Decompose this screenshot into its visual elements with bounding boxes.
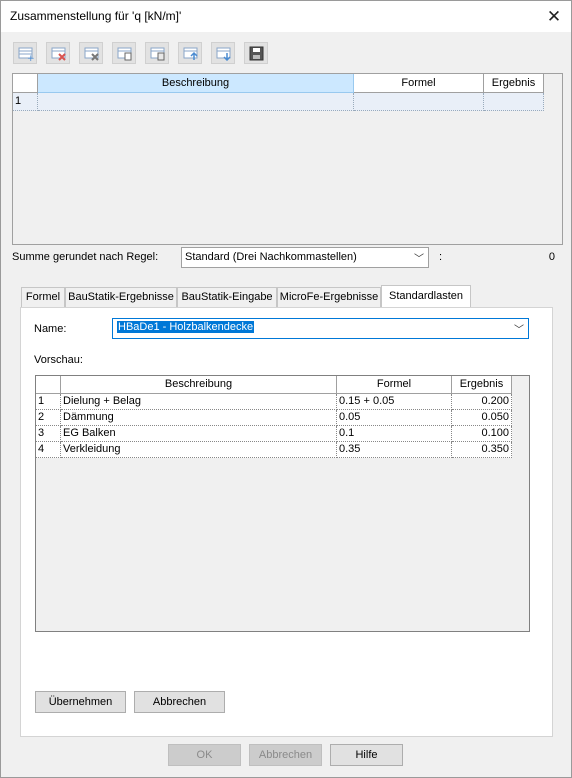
row-number: 3 xyxy=(36,426,61,442)
cell-formel: 0.15 + 0.05 xyxy=(337,394,452,410)
cell-beschreibung: Dielung + Belag xyxy=(61,394,337,410)
tab-baustatik-eingabe[interactable]: BauStatik-Eingabe xyxy=(177,287,277,307)
cell-ergebnis[interactable] xyxy=(484,93,544,111)
apply-button[interactable]: Übernehmen xyxy=(35,691,126,713)
title-bar: Zusammenstellung für 'q [kN/m]' ✕ xyxy=(1,1,571,32)
cancel-button[interactable]: Abbrechen xyxy=(249,744,322,766)
cell-formel: 0.35 xyxy=(337,442,452,458)
cell-beschreibung[interactable] xyxy=(38,93,354,111)
sum-row: Summe gerundet nach Regel: Standard (Dre… xyxy=(12,247,563,269)
rounding-rule-select[interactable]: Standard (Drei Nachkommastellen) ﹀ xyxy=(181,247,429,268)
move-down-icon[interactable] xyxy=(211,42,235,64)
rounding-rule-value: Standard (Drei Nachkommastellen) xyxy=(185,251,357,263)
window-title: Zusammenstellung für 'q [kN/m]' xyxy=(10,9,182,23)
row-number[interactable]: 1 xyxy=(13,93,38,111)
cell-beschreibung: Verkleidung xyxy=(61,442,337,458)
paste-icon[interactable] xyxy=(145,42,169,64)
help-button[interactable]: Hilfe xyxy=(330,744,403,766)
sum-colon: : xyxy=(439,251,443,263)
sum-value: 0 xyxy=(548,251,555,263)
standardlasten-panel: Name: HBaDe1 - Holzbalkendecke ﹀ Vorscha… xyxy=(20,307,553,737)
row-number: 1 xyxy=(36,394,61,410)
insert-row-icon[interactable]: + xyxy=(13,42,37,64)
column-header-beschreibung[interactable]: Beschreibung xyxy=(38,74,354,93)
name-value: HBaDe1 - Holzbalkendecke xyxy=(117,321,255,333)
ok-button[interactable]: OK xyxy=(168,744,241,766)
chevron-down-icon: ﹀ xyxy=(414,254,424,265)
name-label: Name: xyxy=(34,323,67,335)
row-number: 2 xyxy=(36,410,61,426)
svg-text:+: + xyxy=(27,54,34,61)
tab-formel[interactable]: Formel xyxy=(21,287,65,307)
cell-ergebnis: 0.350 xyxy=(452,442,512,458)
move-up-icon[interactable] xyxy=(178,42,202,64)
tab-baustatik-ergebnisse[interactable]: BauStatik-Ergebnisse xyxy=(65,287,177,307)
grid-corner xyxy=(13,74,38,93)
save-icon[interactable] xyxy=(244,42,268,64)
delete-all-icon[interactable] xyxy=(79,42,103,64)
preview-label: Vorschau: xyxy=(34,354,83,366)
cell-ergebnis: 0.100 xyxy=(452,426,512,442)
cell-beschreibung: EG Balken xyxy=(61,426,337,442)
column-header-ergebnis[interactable]: Ergebnis xyxy=(484,74,544,93)
delete-row-icon[interactable] xyxy=(46,42,70,64)
panel-cancel-button[interactable]: Abbrechen xyxy=(134,691,225,713)
tab-standardlasten[interactable]: Standardlasten xyxy=(381,285,471,308)
column-header-formel: Formel xyxy=(337,376,452,394)
close-icon[interactable]: ✕ xyxy=(537,1,571,32)
column-header-formel[interactable]: Formel xyxy=(354,74,484,93)
dialog-window: Zusammenstellung für 'q [kN/m]' ✕ + Besc… xyxy=(0,0,572,778)
formula-grid[interactable]: Beschreibung Formel Ergebnis 1 xyxy=(12,73,563,245)
chevron-down-icon: ﹀ xyxy=(514,325,524,336)
cell-formel: 0.1 xyxy=(337,426,452,442)
cell-ergebnis: 0.200 xyxy=(452,394,512,410)
name-select[interactable]: HBaDe1 - Holzbalkendecke ﹀ xyxy=(112,318,529,339)
row-number: 4 xyxy=(36,442,61,458)
cell-ergebnis: 0.050 xyxy=(452,410,512,426)
tab-microfe-ergebnisse[interactable]: MicroFe-Ergebnisse xyxy=(277,287,381,307)
copy-icon[interactable] xyxy=(112,42,136,64)
grid-corner xyxy=(36,376,61,394)
cell-formel: 0.05 xyxy=(337,410,452,426)
cell-beschreibung: Dämmung xyxy=(61,410,337,426)
column-header-ergebnis: Ergebnis xyxy=(452,376,512,394)
column-header-beschreibung: Beschreibung xyxy=(61,376,337,394)
sum-label: Summe gerundet nach Regel: xyxy=(12,251,159,263)
cell-formel[interactable] xyxy=(354,93,484,111)
preview-grid: Beschreibung Formel Ergebnis 1 Dielung +… xyxy=(35,375,530,632)
